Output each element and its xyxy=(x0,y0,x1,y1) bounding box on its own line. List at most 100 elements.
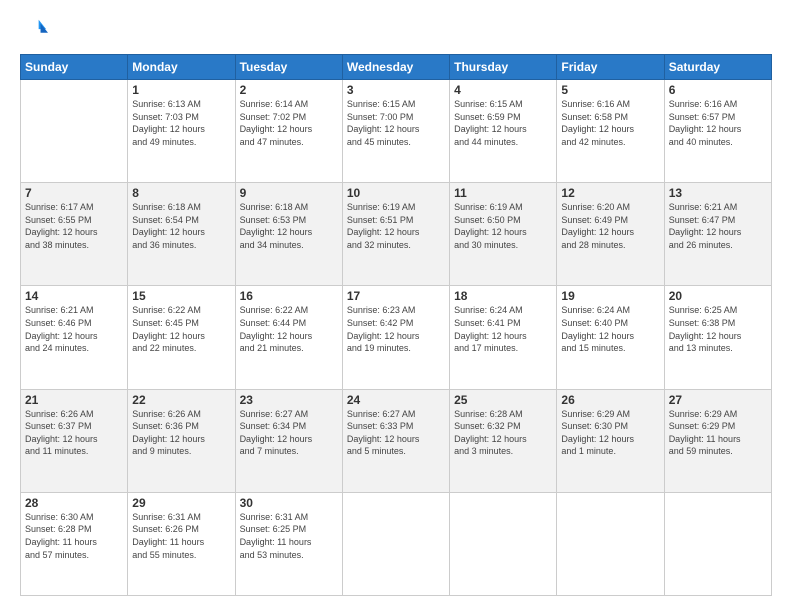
calendar-cell: 4Sunrise: 6:15 AM Sunset: 6:59 PM Daylig… xyxy=(450,80,557,183)
day-number: 16 xyxy=(240,289,338,303)
day-number: 24 xyxy=(347,393,445,407)
calendar-cell: 25Sunrise: 6:28 AM Sunset: 6:32 PM Dayli… xyxy=(450,389,557,492)
calendar-cell xyxy=(21,80,128,183)
day-number: 19 xyxy=(561,289,659,303)
calendar-cell: 26Sunrise: 6:29 AM Sunset: 6:30 PM Dayli… xyxy=(557,389,664,492)
calendar-header-tuesday: Tuesday xyxy=(235,55,342,80)
calendar-header-thursday: Thursday xyxy=(450,55,557,80)
day-number: 6 xyxy=(669,83,767,97)
day-info: Sunrise: 6:15 AM Sunset: 7:00 PM Dayligh… xyxy=(347,98,445,148)
calendar-cell: 28Sunrise: 6:30 AM Sunset: 6:28 PM Dayli… xyxy=(21,492,128,595)
calendar-cell: 7Sunrise: 6:17 AM Sunset: 6:55 PM Daylig… xyxy=(21,183,128,286)
calendar-cell xyxy=(450,492,557,595)
day-info: Sunrise: 6:29 AM Sunset: 6:29 PM Dayligh… xyxy=(669,408,767,458)
calendar-header-friday: Friday xyxy=(557,55,664,80)
day-info: Sunrise: 6:29 AM Sunset: 6:30 PM Dayligh… xyxy=(561,408,659,458)
day-info: Sunrise: 6:22 AM Sunset: 6:45 PM Dayligh… xyxy=(132,304,230,354)
calendar-cell: 3Sunrise: 6:15 AM Sunset: 7:00 PM Daylig… xyxy=(342,80,449,183)
day-number: 28 xyxy=(25,496,123,510)
calendar-cell: 6Sunrise: 6:16 AM Sunset: 6:57 PM Daylig… xyxy=(664,80,771,183)
page-header xyxy=(20,16,772,44)
day-number: 14 xyxy=(25,289,123,303)
calendar-cell: 10Sunrise: 6:19 AM Sunset: 6:51 PM Dayli… xyxy=(342,183,449,286)
calendar-cell xyxy=(664,492,771,595)
calendar-header-row: SundayMondayTuesdayWednesdayThursdayFrid… xyxy=(21,55,772,80)
calendar-cell: 14Sunrise: 6:21 AM Sunset: 6:46 PM Dayli… xyxy=(21,286,128,389)
calendar-cell: 19Sunrise: 6:24 AM Sunset: 6:40 PM Dayli… xyxy=(557,286,664,389)
day-number: 15 xyxy=(132,289,230,303)
day-info: Sunrise: 6:14 AM Sunset: 7:02 PM Dayligh… xyxy=(240,98,338,148)
day-number: 25 xyxy=(454,393,552,407)
day-info: Sunrise: 6:27 AM Sunset: 6:34 PM Dayligh… xyxy=(240,408,338,458)
calendar-header-wednesday: Wednesday xyxy=(342,55,449,80)
day-number: 26 xyxy=(561,393,659,407)
calendar-cell: 13Sunrise: 6:21 AM Sunset: 6:47 PM Dayli… xyxy=(664,183,771,286)
day-number: 27 xyxy=(669,393,767,407)
day-info: Sunrise: 6:23 AM Sunset: 6:42 PM Dayligh… xyxy=(347,304,445,354)
calendar-cell xyxy=(557,492,664,595)
day-info: Sunrise: 6:28 AM Sunset: 6:32 PM Dayligh… xyxy=(454,408,552,458)
calendar-week-row: 1Sunrise: 6:13 AM Sunset: 7:03 PM Daylig… xyxy=(21,80,772,183)
day-number: 10 xyxy=(347,186,445,200)
calendar-cell: 23Sunrise: 6:27 AM Sunset: 6:34 PM Dayli… xyxy=(235,389,342,492)
day-number: 18 xyxy=(454,289,552,303)
calendar-cell: 1Sunrise: 6:13 AM Sunset: 7:03 PM Daylig… xyxy=(128,80,235,183)
calendar-table: SundayMondayTuesdayWednesdayThursdayFrid… xyxy=(20,54,772,596)
calendar-cell: 30Sunrise: 6:31 AM Sunset: 6:25 PM Dayli… xyxy=(235,492,342,595)
day-number: 12 xyxy=(561,186,659,200)
day-number: 22 xyxy=(132,393,230,407)
day-info: Sunrise: 6:19 AM Sunset: 6:50 PM Dayligh… xyxy=(454,201,552,251)
calendar-header-sunday: Sunday xyxy=(21,55,128,80)
day-info: Sunrise: 6:19 AM Sunset: 6:51 PM Dayligh… xyxy=(347,201,445,251)
calendar-header-saturday: Saturday xyxy=(664,55,771,80)
calendar-cell: 8Sunrise: 6:18 AM Sunset: 6:54 PM Daylig… xyxy=(128,183,235,286)
calendar-cell: 11Sunrise: 6:19 AM Sunset: 6:50 PM Dayli… xyxy=(450,183,557,286)
logo xyxy=(20,16,50,44)
day-info: Sunrise: 6:31 AM Sunset: 6:26 PM Dayligh… xyxy=(132,511,230,561)
calendar-week-row: 21Sunrise: 6:26 AM Sunset: 6:37 PM Dayli… xyxy=(21,389,772,492)
day-number: 11 xyxy=(454,186,552,200)
day-number: 5 xyxy=(561,83,659,97)
day-info: Sunrise: 6:13 AM Sunset: 7:03 PM Dayligh… xyxy=(132,98,230,148)
calendar-cell: 2Sunrise: 6:14 AM Sunset: 7:02 PM Daylig… xyxy=(235,80,342,183)
calendar-cell: 9Sunrise: 6:18 AM Sunset: 6:53 PM Daylig… xyxy=(235,183,342,286)
day-number: 23 xyxy=(240,393,338,407)
day-info: Sunrise: 6:15 AM Sunset: 6:59 PM Dayligh… xyxy=(454,98,552,148)
calendar-cell xyxy=(342,492,449,595)
calendar-week-row: 7Sunrise: 6:17 AM Sunset: 6:55 PM Daylig… xyxy=(21,183,772,286)
day-number: 29 xyxy=(132,496,230,510)
calendar-cell: 21Sunrise: 6:26 AM Sunset: 6:37 PM Dayli… xyxy=(21,389,128,492)
calendar-cell: 24Sunrise: 6:27 AM Sunset: 6:33 PM Dayli… xyxy=(342,389,449,492)
day-info: Sunrise: 6:21 AM Sunset: 6:46 PM Dayligh… xyxy=(25,304,123,354)
day-info: Sunrise: 6:18 AM Sunset: 6:53 PM Dayligh… xyxy=(240,201,338,251)
day-info: Sunrise: 6:24 AM Sunset: 6:40 PM Dayligh… xyxy=(561,304,659,354)
day-info: Sunrise: 6:16 AM Sunset: 6:57 PM Dayligh… xyxy=(669,98,767,148)
day-number: 9 xyxy=(240,186,338,200)
calendar-cell: 27Sunrise: 6:29 AM Sunset: 6:29 PM Dayli… xyxy=(664,389,771,492)
calendar-cell: 17Sunrise: 6:23 AM Sunset: 6:42 PM Dayli… xyxy=(342,286,449,389)
day-info: Sunrise: 6:18 AM Sunset: 6:54 PM Dayligh… xyxy=(132,201,230,251)
calendar-week-row: 28Sunrise: 6:30 AM Sunset: 6:28 PM Dayli… xyxy=(21,492,772,595)
day-info: Sunrise: 6:26 AM Sunset: 6:37 PM Dayligh… xyxy=(25,408,123,458)
calendar-cell: 16Sunrise: 6:22 AM Sunset: 6:44 PM Dayli… xyxy=(235,286,342,389)
day-number: 21 xyxy=(25,393,123,407)
day-number: 2 xyxy=(240,83,338,97)
calendar-cell: 5Sunrise: 6:16 AM Sunset: 6:58 PM Daylig… xyxy=(557,80,664,183)
day-number: 8 xyxy=(132,186,230,200)
day-number: 1 xyxy=(132,83,230,97)
day-info: Sunrise: 6:17 AM Sunset: 6:55 PM Dayligh… xyxy=(25,201,123,251)
calendar-cell: 18Sunrise: 6:24 AM Sunset: 6:41 PM Dayli… xyxy=(450,286,557,389)
calendar-cell: 12Sunrise: 6:20 AM Sunset: 6:49 PM Dayli… xyxy=(557,183,664,286)
day-info: Sunrise: 6:16 AM Sunset: 6:58 PM Dayligh… xyxy=(561,98,659,148)
calendar-cell: 29Sunrise: 6:31 AM Sunset: 6:26 PM Dayli… xyxy=(128,492,235,595)
logo-icon xyxy=(20,16,48,44)
day-number: 4 xyxy=(454,83,552,97)
calendar-cell: 15Sunrise: 6:22 AM Sunset: 6:45 PM Dayli… xyxy=(128,286,235,389)
day-info: Sunrise: 6:20 AM Sunset: 6:49 PM Dayligh… xyxy=(561,201,659,251)
day-info: Sunrise: 6:30 AM Sunset: 6:28 PM Dayligh… xyxy=(25,511,123,561)
day-number: 13 xyxy=(669,186,767,200)
calendar-week-row: 14Sunrise: 6:21 AM Sunset: 6:46 PM Dayli… xyxy=(21,286,772,389)
day-info: Sunrise: 6:31 AM Sunset: 6:25 PM Dayligh… xyxy=(240,511,338,561)
calendar-cell: 20Sunrise: 6:25 AM Sunset: 6:38 PM Dayli… xyxy=(664,286,771,389)
day-number: 30 xyxy=(240,496,338,510)
